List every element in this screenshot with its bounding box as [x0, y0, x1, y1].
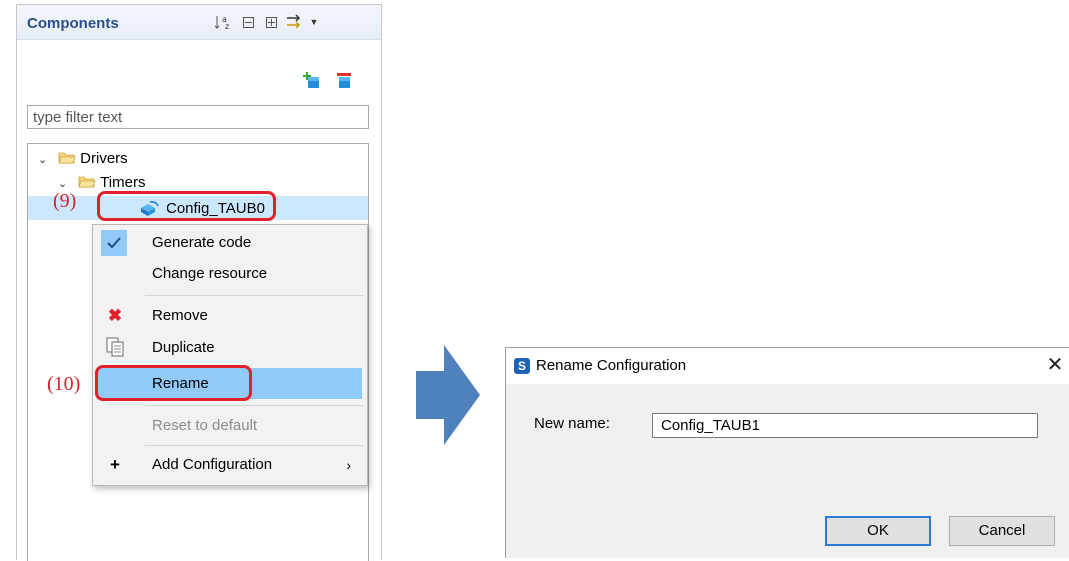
- app-icon: S: [514, 358, 530, 374]
- folder-open-icon: [78, 176, 96, 188]
- rename-dialog: S Rename Configuration ✕ New name: OK Ca…: [505, 347, 1069, 558]
- collapse-all-icon[interactable]: [239, 13, 257, 31]
- ok-button[interactable]: OK: [825, 516, 931, 546]
- menu-label-reset-to-default: Reset to default: [152, 417, 258, 434]
- right-arrow-icon: [416, 345, 480, 445]
- remove-x-icon: ✖: [107, 306, 123, 325]
- tree-label-drivers: Drivers: [80, 150, 128, 167]
- tree-node-drivers[interactable]: ⌄ Drivers: [38, 148, 128, 170]
- chevron-right-icon: ›: [346, 457, 351, 473]
- filter-arrows-icon[interactable]: [285, 13, 303, 31]
- plus-icon: +: [110, 455, 120, 474]
- callout-box-step9: [97, 191, 276, 221]
- cancel-button[interactable]: Cancel: [949, 516, 1055, 546]
- duplicate-icon: [103, 336, 127, 360]
- sort-az-icon[interactable]: a z: [214, 13, 232, 31]
- new-name-input[interactable]: [652, 413, 1038, 438]
- menu-label-add-configuration: Add Configuration: [152, 456, 273, 473]
- menu-label-change-resource: Change resource: [152, 265, 268, 282]
- context-menu: Generate code Change resource ✖ Remove D…: [92, 224, 368, 486]
- menu-item-change-resource[interactable]: Change resource: [93, 258, 367, 290]
- menu-item-add-configuration[interactable]: + Add Configuration ›: [93, 449, 367, 481]
- svg-text:z: z: [225, 22, 229, 31]
- menu-separator: [145, 405, 363, 406]
- menu-separator: [145, 295, 363, 296]
- menu-item-duplicate[interactable]: Duplicate: [93, 332, 367, 364]
- expand-all-icon[interactable]: [262, 13, 280, 31]
- check-icon: [101, 230, 127, 256]
- menu-label-remove: Remove: [152, 307, 208, 324]
- chevron-down-icon[interactable]: ⌄: [38, 149, 50, 171]
- dialog-title: Rename Configuration: [536, 357, 687, 374]
- new-name-label: New name:: [534, 415, 610, 432]
- menu-item-remove[interactable]: ✖ Remove: [93, 300, 367, 332]
- menu-item-generate-code[interactable]: Generate code: [93, 227, 367, 259]
- remove-component-icon[interactable]: [335, 71, 357, 89]
- callout-box-step10: [95, 365, 252, 401]
- panel-title: Components: [27, 15, 119, 32]
- folder-open-icon: [58, 152, 76, 164]
- view-menu-icon[interactable]: ▼: [305, 13, 323, 31]
- callout-step9: (9): [53, 190, 77, 212]
- close-icon[interactable]: ✕: [1043, 353, 1067, 377]
- menu-label-duplicate: Duplicate: [152, 339, 215, 356]
- filter-input[interactable]: [27, 105, 369, 129]
- menu-label-generate-code: Generate code: [152, 234, 252, 251]
- add-component-icon[interactable]: [303, 71, 325, 89]
- panel-header: Components a z ▼: [17, 5, 381, 40]
- menu-separator: [145, 445, 363, 446]
- tree-label-timers: Timers: [100, 174, 146, 191]
- dialog-titlebar: S Rename Configuration ✕: [506, 348, 1069, 384]
- menu-item-reset-to-default[interactable]: Reset to default: [93, 410, 367, 442]
- callout-step10: (10): [47, 373, 81, 395]
